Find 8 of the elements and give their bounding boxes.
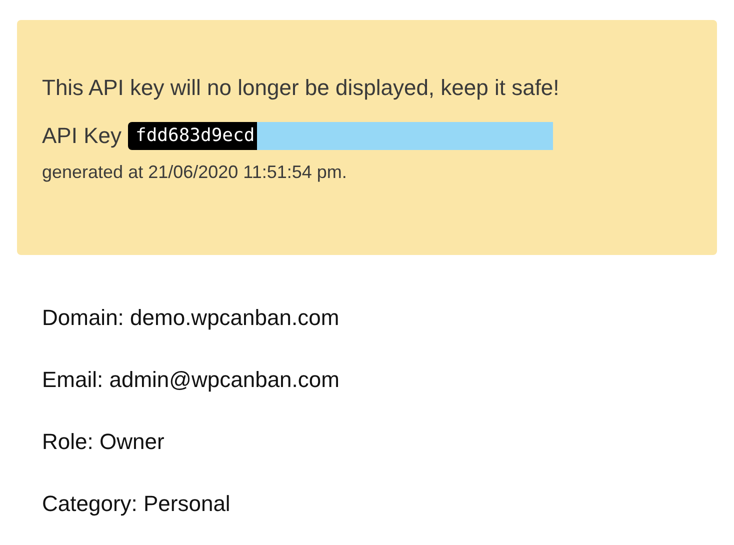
warning-message: This API key will no longer be displayed, keep it safe!	[42, 74, 560, 102]
detail-line: Email: admin@wpcanban.com	[42, 367, 340, 393]
detail-line: Category: Personal	[42, 491, 232, 517]
detail-line: Domain: demo.wpcanban.com	[42, 305, 340, 331]
api-key-label: API Key	[42, 122, 122, 150]
generated-timestamp: generated at 21/06/2020 11:51:54 pm.	[42, 161, 347, 184]
api-key-value: fdd683d9ecd	[128, 122, 257, 150]
detail-line: Role: Owner	[42, 429, 166, 455]
